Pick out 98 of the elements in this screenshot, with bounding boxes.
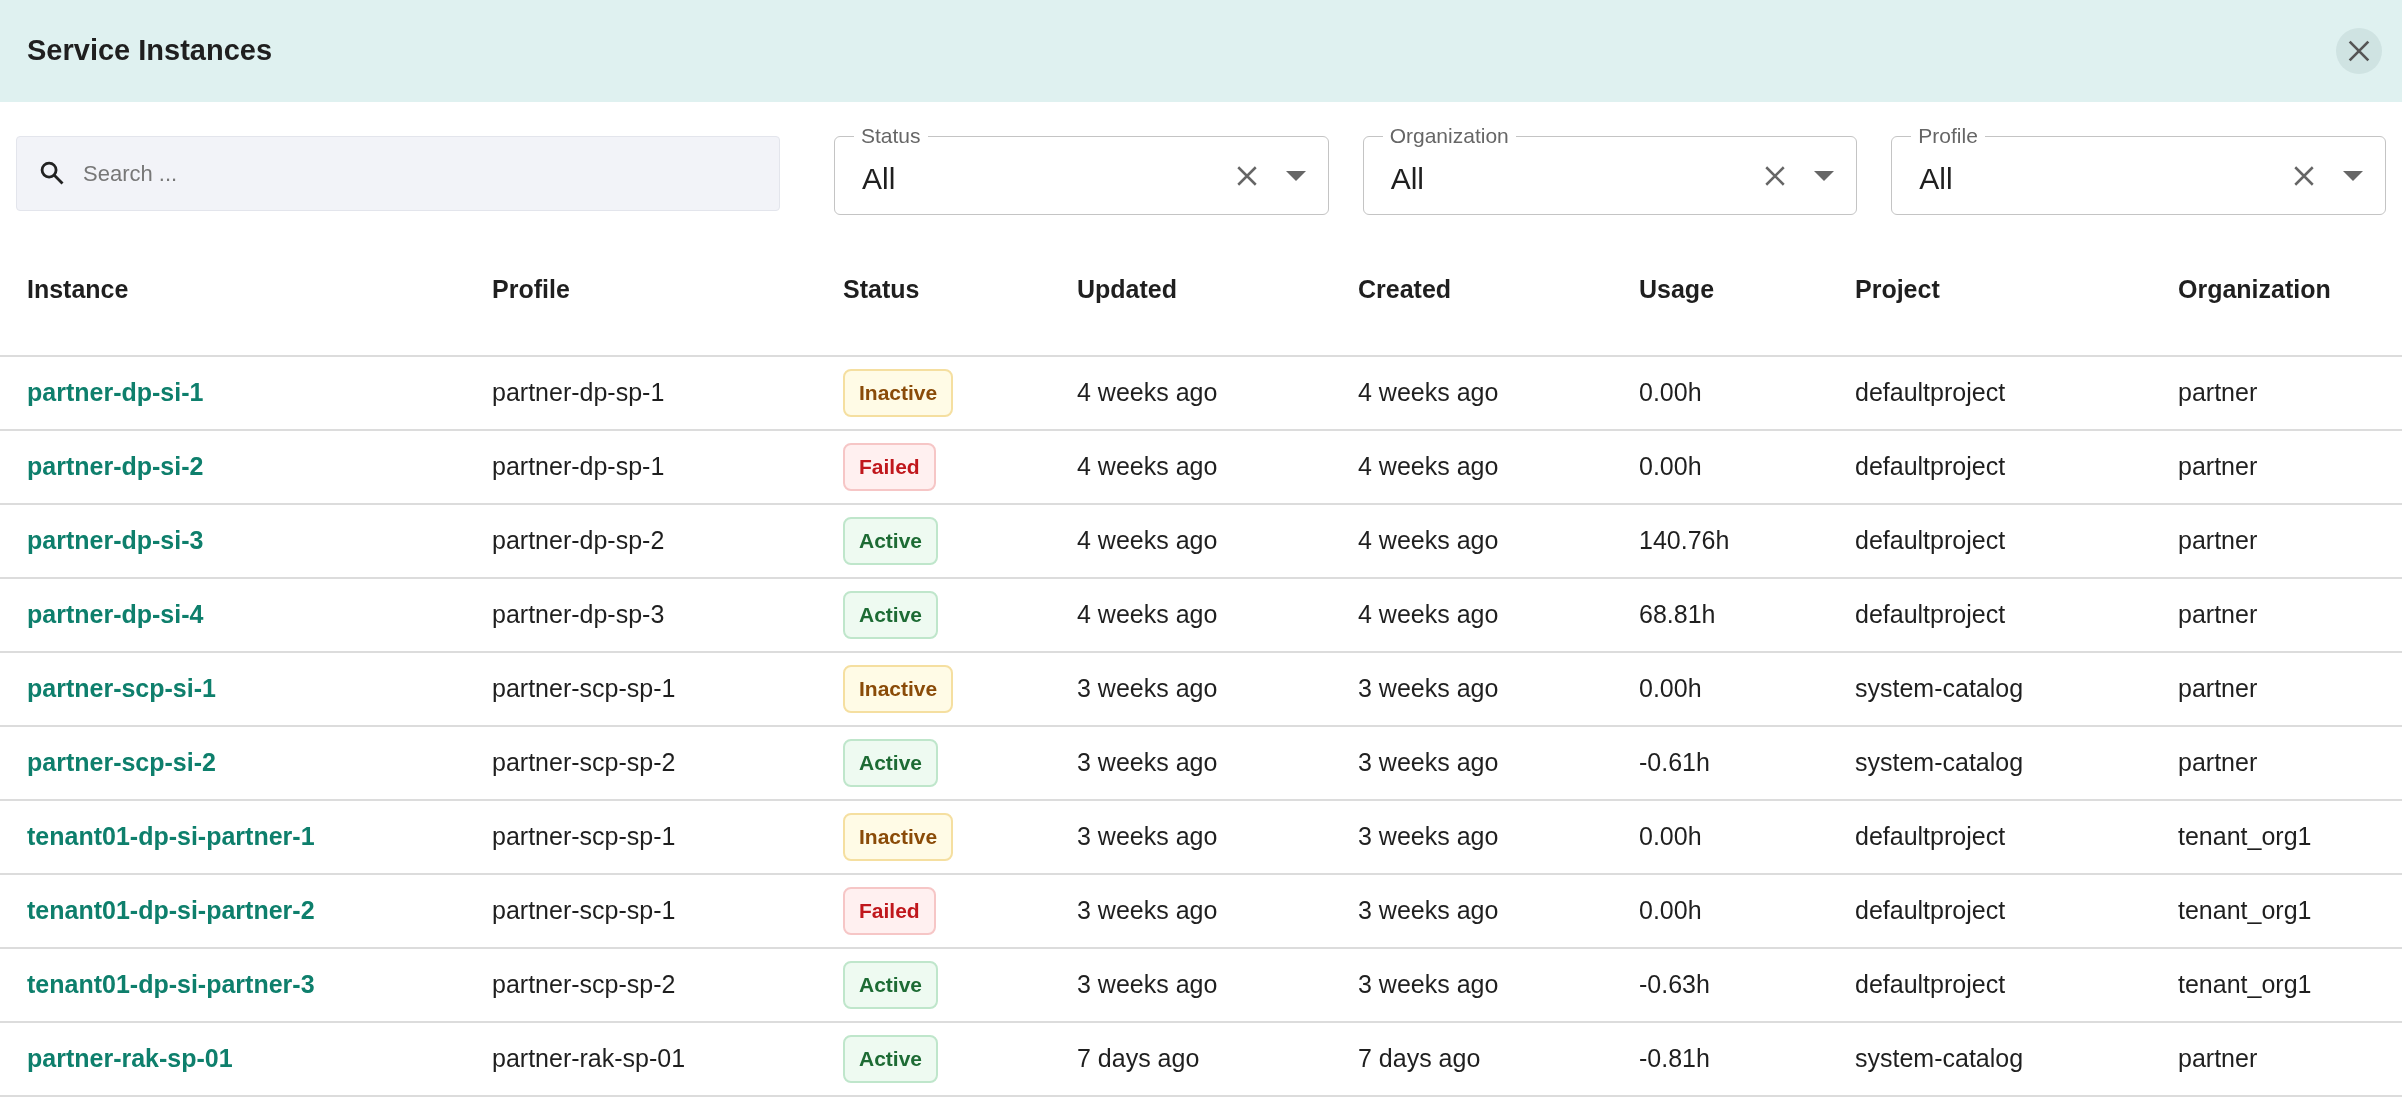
table-cell-text: partner — [2178, 451, 2259, 483]
column-header: Updated — [1077, 274, 1178, 306]
table-cell-text: defaultproject — [1855, 599, 2007, 631]
table-cell-text: partner — [2178, 673, 2259, 705]
table-cell-text: defaultproject — [1855, 525, 2007, 557]
close-button[interactable] — [2336, 28, 2382, 74]
table-cell-text: system-catalog — [1855, 673, 2025, 705]
table-cell-text: 68.81h — [1639, 599, 1717, 631]
table-cell-text: partner — [2178, 747, 2259, 779]
table-cell-text: partner-scp-sp-1 — [492, 673, 677, 705]
dialog-title: Service Instances — [27, 33, 273, 69]
instance-link[interactable]: partner-scp-si-1 — [27, 670, 492, 708]
table-cell-text: 4 weeks ago — [1358, 525, 1500, 557]
table-cell-text: 3 weeks ago — [1358, 969, 1500, 1001]
table-cell-text: 140.76h — [1639, 525, 1731, 557]
status-badge: Failed — [843, 443, 936, 491]
table-cell-text: -0.61h — [1639, 747, 1711, 779]
table-cell-text: partner-rak-sp-01 — [492, 1043, 687, 1075]
status-badge: Inactive — [843, 369, 954, 417]
table-cell-text: defaultproject — [1855, 969, 2007, 1001]
instance-link[interactable]: tenant01-dp-si-partner-1 — [27, 818, 492, 856]
column-header: Status — [843, 274, 921, 306]
table-cell-text: 0.00h — [1639, 895, 1703, 927]
table-cell-text: 0.00h — [1639, 821, 1703, 853]
filter-value: All — [862, 161, 897, 197]
column-header: Organization — [2178, 274, 2332, 306]
table-cell-text: 4 weeks ago — [1077, 525, 1219, 557]
status-badge: Inactive — [843, 813, 954, 861]
instance-link[interactable]: tenant01-dp-si-partner-2 — [27, 892, 492, 930]
table-cell-text: 0.00h — [1639, 451, 1703, 483]
table-cell-text: partner-scp-sp-1 — [492, 895, 677, 927]
status-badge: Active — [843, 1035, 939, 1083]
table-cell-text: -0.63h — [1639, 969, 1711, 1001]
table-cell-text: 4 weeks ago — [1358, 377, 1500, 409]
table-cell-text: partner-scp-sp-2 — [492, 969, 677, 1001]
table-cell-text: partner-scp-sp-2 — [492, 747, 677, 779]
table-cell-text: partner — [2178, 377, 2259, 409]
table-cell-text: partner-dp-sp-2 — [492, 525, 666, 557]
search-field[interactable]: Search ... — [16, 136, 780, 211]
table-cell-text: tenant_org1 — [2178, 969, 2313, 1001]
caret-icon[interactable] — [1814, 169, 1835, 182]
table-cell-text: 3 weeks ago — [1077, 821, 1219, 853]
filter-value: All — [1390, 161, 1425, 197]
table-cell-text: 3 weeks ago — [1077, 673, 1219, 705]
table-cell-text: 7 days ago — [1077, 1043, 1201, 1075]
instance-link[interactable]: tenant01-dp-si-partner-3 — [27, 966, 492, 1004]
table-cell-text: tenant_org1 — [2178, 895, 2313, 927]
table-cell-text: 4 weeks ago — [1358, 451, 1500, 483]
instance-link[interactable]: partner-dp-si-1 — [27, 374, 492, 412]
column-header: Project — [1855, 274, 1941, 306]
table-cell-text: 3 weeks ago — [1358, 673, 1500, 705]
table-cell-text: 3 weeks ago — [1077, 969, 1219, 1001]
status-badge: Active — [843, 591, 939, 639]
column-header: Created — [1358, 274, 1453, 306]
table-cell-text: 4 weeks ago — [1358, 599, 1500, 631]
status-badge: Active — [843, 739, 939, 787]
table-cell-text: partner — [2178, 525, 2259, 557]
table-cell-text: 3 weeks ago — [1358, 821, 1500, 853]
table-cell-text: partner — [2178, 599, 2259, 631]
instance-link[interactable]: partner-dp-si-4 — [27, 596, 492, 634]
table-cell-text: 0.00h — [1639, 377, 1703, 409]
status-badge: Inactive — [843, 665, 954, 713]
table-cell-text: 3 weeks ago — [1358, 895, 1500, 927]
table-cell-text: defaultproject — [1855, 377, 2007, 409]
caret-icon[interactable] — [2343, 169, 2363, 182]
table-cell-text: partner-dp-sp-1 — [492, 377, 666, 409]
search-icon — [38, 159, 66, 187]
table-cell-text: -0.81h — [1639, 1043, 1711, 1075]
table-cell-text: 3 weeks ago — [1077, 895, 1219, 927]
instance-link[interactable]: partner-dp-si-3 — [27, 522, 492, 560]
status-badge: Failed — [843, 887, 936, 935]
table-cell-text: defaultproject — [1855, 451, 2007, 483]
table-cell-text: tenant_org1 — [2178, 821, 2313, 853]
table-cell-text: 4 weeks ago — [1077, 377, 1219, 409]
table-cell-text: 7 days ago — [1358, 1043, 1482, 1075]
instance-link[interactable]: partner-scp-si-2 — [27, 744, 492, 782]
status-badge: Active — [843, 961, 939, 1009]
status-badge: Active — [843, 517, 939, 565]
table-cell-text: partner-dp-sp-3 — [492, 599, 666, 631]
table-cell-text: 4 weeks ago — [1077, 451, 1219, 483]
table-cell-text: partner-scp-sp-1 — [492, 821, 677, 853]
table-cell-text: partner — [2178, 1043, 2259, 1075]
table-cell-text: 0.00h — [1639, 673, 1703, 705]
table-cell-text: defaultproject — [1855, 895, 2007, 927]
table-cell-text: 4 weeks ago — [1077, 599, 1219, 631]
caret-icon[interactable] — [1285, 169, 1306, 182]
table-cell-text: defaultproject — [1855, 821, 2007, 853]
instance-link[interactable]: partner-dp-si-2 — [27, 448, 492, 486]
instance-link[interactable]: partner-rak-sp-01 — [27, 1040, 492, 1078]
table-cell-text: 3 weeks ago — [1077, 747, 1219, 779]
table-cell-text: system-catalog — [1855, 1043, 2025, 1075]
table-cell-text: system-catalog — [1855, 747, 2025, 779]
table-cell-text: partner-dp-sp-1 — [492, 451, 666, 483]
column-header: Profile — [492, 274, 571, 306]
table-cell-text: 3 weeks ago — [1358, 747, 1500, 779]
column-header: Usage — [1639, 274, 1716, 306]
column-header: Instance — [27, 274, 130, 306]
filter-value: All — [1919, 161, 1954, 197]
